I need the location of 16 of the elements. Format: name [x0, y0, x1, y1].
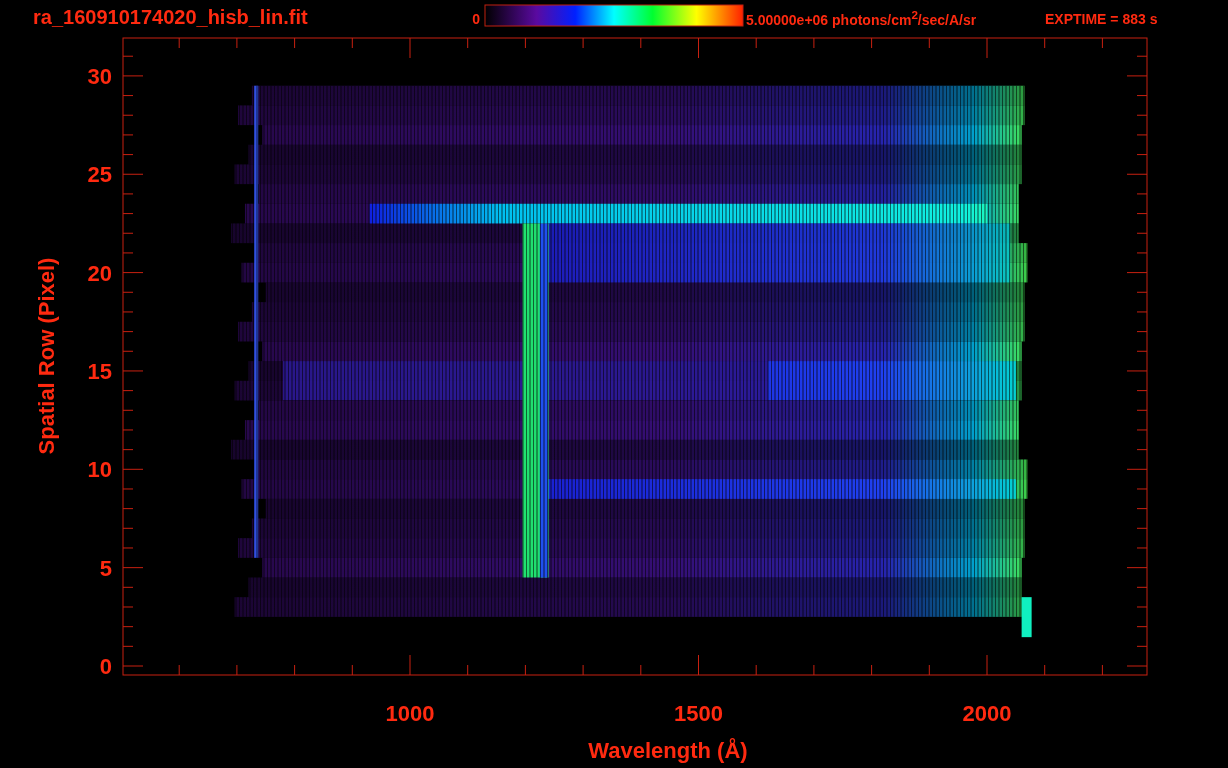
- plot-title: ra_160910174020_hisb_lin.fit: [33, 6, 308, 28]
- y-tick-label: 0: [99, 654, 112, 679]
- x-axis-label: Wavelength (Å): [588, 738, 748, 763]
- y-tick-label: 20: [87, 260, 112, 286]
- y-tick-label: 25: [87, 162, 112, 188]
- y-tick-label: 5: [99, 555, 112, 581]
- colorbar-min-label: 0: [472, 11, 480, 27]
- y-tick-label: 30: [87, 63, 112, 89]
- colorbar-max-label: 5.00000e+06 photons/cm$^{2}$/sec/A/sr: [746, 7, 977, 29]
- x-tick-label: 2000: [962, 701, 1012, 726]
- y-axis-label: Spatial Row (Pixel): [34, 257, 59, 455]
- y-tick-label: 15: [87, 358, 112, 384]
- x-tick-label: 1500: [674, 701, 723, 726]
- y-tick-label: 10: [87, 457, 112, 483]
- exposure-time-label: EXPTIME = 883 s: [1045, 11, 1158, 27]
- x-tick-label: 1000: [385, 701, 435, 726]
